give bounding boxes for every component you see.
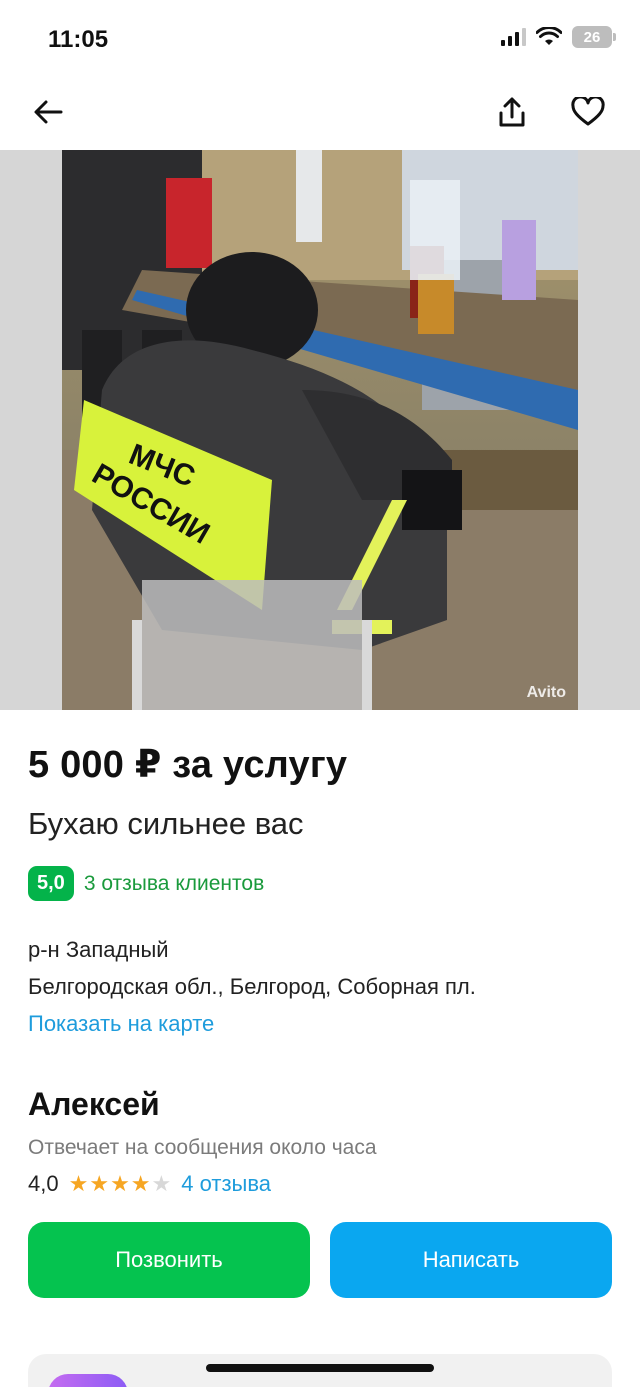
address-full: Белгородская обл., Белгород, Соборная пл… xyxy=(28,974,476,999)
signal-icon xyxy=(501,28,526,46)
listing-price: 5 000 ₽ за услугу xyxy=(28,744,348,786)
star-filled-icon: ★ xyxy=(68,1171,89,1196)
seller-score: 4,0 xyxy=(28,1171,59,1196)
listing-rating-row: 5,0 3 отзыва клиентов xyxy=(28,866,264,901)
battery-icon: 26 xyxy=(572,26,616,48)
status-time: 11:05 xyxy=(48,26,109,53)
listing-title: Бухаю сильнее вас xyxy=(28,806,304,841)
rating-badge: 5,0 xyxy=(28,866,74,901)
share-icon xyxy=(499,97,525,127)
seller-rating-row: 4,0 ★ ★ ★ ★ ★ 4 отзыва xyxy=(28,1171,271,1197)
call-button[interactable]: Позвонить xyxy=(28,1222,310,1298)
star-filled-icon: ★ xyxy=(130,1171,151,1196)
heart-icon xyxy=(571,97,605,126)
seller-reply-time: Отвечает на сообщения около часа xyxy=(28,1136,377,1159)
show-on-map-link[interactable]: Показать на карте xyxy=(28,1011,214,1037)
back-button[interactable] xyxy=(26,90,70,134)
avito-watermark: Avito xyxy=(526,684,566,701)
seller-name[interactable]: Алексей xyxy=(28,1086,160,1123)
promo-icon xyxy=(48,1374,128,1387)
client-reviews-link[interactable]: 3 отзыва клиентов xyxy=(84,872,264,896)
home-indicator xyxy=(206,1364,434,1372)
star-empty-icon: ★ xyxy=(151,1171,172,1196)
back-arrow-icon xyxy=(34,100,63,124)
photo-image: МЧС РОССИИ Avito xyxy=(62,150,578,710)
photo-scene: МЧС РОССИИ xyxy=(62,150,578,710)
star-rating: ★ ★ ★ ★ ★ xyxy=(69,1173,172,1195)
listing-photo[interactable]: МЧС РОССИИ Avito xyxy=(0,150,640,710)
star-filled-icon: ★ xyxy=(110,1171,130,1196)
wifi-icon xyxy=(536,27,562,45)
address-district: р-н Западный xyxy=(28,937,169,962)
seller-reviews-link[interactable]: 4 отзыва xyxy=(181,1171,271,1197)
top-nav-bar xyxy=(0,80,640,146)
status-bar: 11:05 26 xyxy=(0,0,640,78)
status-icons: 26 xyxy=(501,26,616,48)
message-button[interactable]: Написать xyxy=(330,1222,612,1298)
favorite-button[interactable] xyxy=(566,90,610,134)
star-filled-icon: ★ xyxy=(89,1171,110,1196)
share-button[interactable] xyxy=(490,90,534,134)
